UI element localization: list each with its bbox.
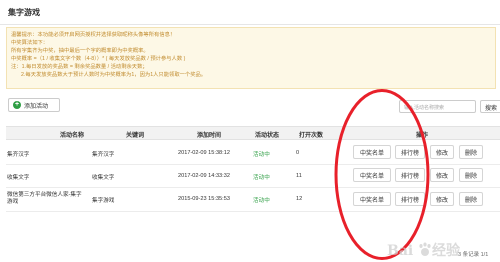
svg-text:Bai: Bai	[387, 243, 413, 259]
status-badge: 活动中	[253, 198, 270, 204]
baidu-jingyan-watermark: Bai 经验	[385, 240, 495, 260]
row-name: 微信第三方平台微信人家-集字游戏	[7, 192, 82, 205]
delete-button[interactable]: 删除	[459, 192, 483, 206]
col-header-time: 添加时间	[197, 133, 222, 139]
status-badge: 活动中	[253, 175, 270, 181]
row-name: 集齐汉字	[7, 152, 30, 158]
plus-icon: +	[13, 101, 21, 109]
row-time: 2017-02-09 15:38:12	[178, 150, 230, 156]
title-divider	[0, 24, 500, 25]
row-time: 2015-09-23 15:35:53	[178, 196, 230, 202]
row-keyword: 集齐汉字	[92, 152, 115, 158]
edit-button[interactable]: 修改	[430, 145, 454, 159]
row-keyword: 集字游戏	[92, 198, 115, 204]
notice-line: 2.每天发放奖品数大于预计人数时为中奖概率为1，因为1人只能领取一个奖品。	[21, 72, 207, 79]
col-header-status: 活动状态	[255, 133, 280, 139]
red-annotation-oval	[334, 89, 430, 260]
row-time: 2017-02-09 14:33:32	[178, 173, 230, 179]
notice-line: 中奖算法如下：	[11, 40, 49, 47]
notice-line: 温馨提示：本功能必须开启网页授权并选择获取昵称头像等所有信息！	[11, 32, 176, 38]
notice-line: 中奖概率 =（1 / 收集文字个数（4-8））* ( 每天发放奖品数 / 预计参…	[11, 56, 186, 63]
notice-line: 所有字集齐为中奖，抽中最后一个字的概率即为中奖概率。	[11, 48, 149, 55]
col-header-keyword: 关键词	[126, 133, 145, 139]
search-button[interactable]: 搜索	[480, 100, 500, 113]
row-opens: 0	[296, 150, 300, 156]
col-header-name: 活动名称	[60, 133, 85, 139]
status-badge: 活动中	[253, 152, 270, 158]
col-header-opens: 打开次数	[299, 133, 324, 139]
row-opens: 11	[296, 173, 302, 179]
delete-button[interactable]: 删除	[459, 168, 483, 182]
page-title: 集字游戏	[8, 8, 40, 17]
notice-line: 注：1.每日发放的奖品数 = 剩余奖品数量 / 活动剩余天数；	[11, 64, 148, 71]
edit-button[interactable]: 修改	[430, 168, 454, 182]
notice-box: 温馨提示：本功能必须开启网页授权并选择获取昵称头像等所有信息！ 中奖算法如下： …	[6, 27, 496, 89]
svg-text:经验: 经验	[432, 242, 461, 259]
delete-button[interactable]: 删除	[459, 145, 483, 159]
row-name: 收集文字	[7, 175, 30, 181]
baidu-logo-icon: Bai 经验	[387, 242, 461, 259]
row-opens: 12	[296, 196, 303, 202]
row-keyword: 收集文字	[92, 175, 115, 181]
edit-button[interactable]: 修改	[430, 192, 454, 206]
add-activity-button[interactable]: + 添加活动	[8, 98, 60, 112]
add-activity-label: 添加活动	[24, 103, 49, 110]
annotation-ellipse	[334, 89, 430, 260]
